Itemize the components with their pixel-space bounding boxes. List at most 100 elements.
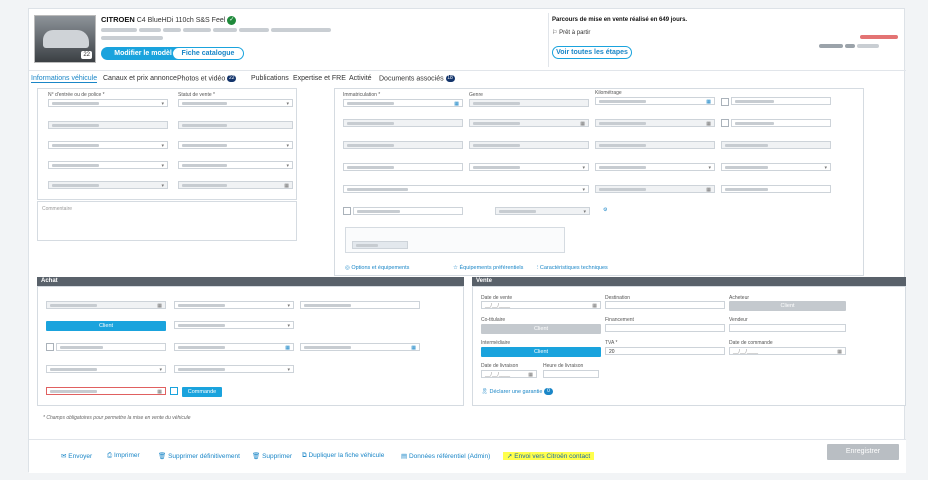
- acheteur-client-button[interactable]: Client: [729, 301, 846, 311]
- equipment-box: [345, 227, 565, 253]
- field-4a[interactable]: ▾: [48, 161, 168, 169]
- field-r4a[interactable]: [343, 163, 463, 171]
- vehicle-photo[interactable]: 22: [34, 15, 96, 63]
- achat-field-7[interactable]: ▦: [300, 343, 420, 351]
- identification-panel: N° d'entrée ou de police * ▾ Statut de v…: [37, 88, 297, 200]
- tab-photos-count: 22: [227, 75, 237, 82]
- cotitulaire-client-button[interactable]: Client: [481, 324, 601, 334]
- field-5b[interactable]: ▦: [178, 181, 293, 189]
- destination-input[interactable]: [605, 301, 725, 309]
- achat-field-5[interactable]: [56, 343, 166, 351]
- achat-field-8[interactable]: ▾: [46, 365, 166, 373]
- achat-field-4[interactable]: ▾: [174, 321, 294, 329]
- field-3a[interactable]: ▾: [48, 141, 168, 149]
- declare-guarantee-link[interactable]: 🎗 Déclarer une garantie 0: [481, 388, 553, 395]
- send-citroen-contact-action[interactable]: ➚ Envoi vers Citroën contact: [503, 452, 595, 460]
- view-steps-button[interactable]: Voir toutes les étapes: [552, 46, 632, 59]
- checkbox-2[interactable]: [721, 119, 729, 127]
- field-r3b[interactable]: [469, 141, 589, 149]
- tab-documents[interactable]: Documents associés 18: [379, 75, 455, 82]
- tab-publications[interactable]: Publications: [251, 75, 289, 82]
- checkbox-1[interactable]: [721, 98, 729, 106]
- field-r4d[interactable]: ▾: [721, 163, 831, 171]
- save-button[interactable]: Enregistrer: [827, 444, 899, 460]
- equip-pref-link[interactable]: ☆ Équipements préférentiels: [453, 265, 523, 271]
- field-r2c[interactable]: ▦: [595, 119, 715, 127]
- delete-permanently-action[interactable]: 🗑 Supprimer définitivement: [158, 452, 240, 460]
- field-r1[interactable]: [731, 97, 831, 105]
- print-action[interactable]: ⎙ Imprimer: [107, 452, 140, 460]
- financement-input[interactable]: [605, 324, 725, 332]
- achat-checkbox-2[interactable]: [170, 387, 178, 395]
- field-r2b[interactable]: ▦: [469, 119, 589, 127]
- achat-header: Achat: [37, 277, 464, 286]
- tab-activite[interactable]: Activité: [349, 75, 372, 82]
- genre-input[interactable]: [469, 99, 589, 107]
- vendeur-input[interactable]: [729, 324, 846, 332]
- achat-field-3[interactable]: [300, 301, 420, 309]
- achat-field-10[interactable]: ▦: [46, 387, 166, 395]
- reference-data-label: Données référentiel (Admin): [408, 453, 491, 460]
- achat-client-button[interactable]: Client: [46, 321, 166, 331]
- comment-box[interactable]: Commentaire: [37, 201, 297, 241]
- send-action[interactable]: ✉ Envoyer: [61, 452, 92, 460]
- achat-field-9[interactable]: ▾: [174, 365, 294, 373]
- field-r5c[interactable]: [721, 185, 831, 193]
- achat-checkbox[interactable]: [46, 343, 54, 351]
- heure-livraison-input[interactable]: [543, 370, 599, 378]
- field-3b[interactable]: ▾: [178, 141, 293, 149]
- intermediaire-client-button[interactable]: Client: [481, 347, 601, 357]
- delete-action[interactable]: 🗑 Supprimer: [252, 452, 292, 460]
- field-4b[interactable]: ▾: [178, 161, 293, 169]
- financement-label: Financement: [605, 317, 634, 323]
- tab-canaux[interactable]: Canaux et prix annonce: [103, 75, 177, 82]
- tab-informations[interactable]: Informations véhicule: [31, 75, 98, 83]
- field-r2a[interactable]: [343, 119, 463, 127]
- field-r6b[interactable]: ▾: [495, 207, 590, 215]
- header-divider: [548, 13, 549, 67]
- field-r3a[interactable]: [343, 141, 463, 149]
- entry-number-input[interactable]: ▾: [48, 99, 168, 107]
- achat-field-6[interactable]: ▦: [174, 343, 294, 351]
- options-link[interactable]: ◎ Options et équipements: [345, 265, 409, 271]
- send-label: Envoyer: [68, 453, 93, 460]
- achat-field-2[interactable]: ▾: [174, 301, 294, 309]
- checkbox-3[interactable]: [343, 207, 351, 215]
- date-commande-input[interactable]: __/__/____ ▦: [729, 347, 846, 355]
- flag-icon: ⚐: [552, 30, 558, 36]
- km-input[interactable]: ▦: [595, 97, 715, 105]
- genre-label: Genre: [469, 92, 483, 98]
- field-r3c[interactable]: [595, 141, 715, 149]
- commande-button[interactable]: Commande: [182, 387, 222, 397]
- field-r6a[interactable]: [353, 207, 463, 215]
- equipment-tag[interactable]: [352, 241, 408, 249]
- tab-documents-label: Documents associés: [379, 75, 444, 83]
- duplicate-label: Dupliquer la fiche véhicule: [308, 452, 385, 459]
- tab-documents-count: 18: [445, 75, 455, 82]
- date-livraison-input[interactable]: __/__/____ ▦: [481, 370, 537, 378]
- gear-icon[interactable]: ⚙: [603, 207, 607, 213]
- field-5a[interactable]: ▾: [48, 181, 168, 189]
- duplicate-action[interactable]: ⧉ Dupliquer la fiche véhicule: [302, 452, 384, 460]
- date-livraison-label: Date de livraison: [481, 363, 519, 369]
- achat-field-1[interactable]: ▦: [46, 301, 166, 309]
- catalogue-sheet-button[interactable]: Fiche catalogue: [172, 47, 244, 60]
- tab-photos[interactable]: Photos et vidéo 22: [177, 75, 237, 82]
- sale-status-select[interactable]: ▾: [178, 99, 293, 107]
- arrow-icon: ➚: [507, 453, 513, 460]
- immat-input[interactable]: ▦: [343, 99, 463, 107]
- field-2b[interactable]: [178, 121, 293, 129]
- field-r2d[interactable]: [731, 119, 831, 127]
- tech-specs-link[interactable]: ⫶ Caractéristiques techniques: [537, 265, 608, 272]
- vehicle-details-redacted: [101, 27, 331, 34]
- field-r5a[interactable]: ▾: [343, 185, 589, 193]
- field-r4b[interactable]: ▾: [469, 163, 589, 171]
- field-2a[interactable]: [48, 121, 168, 129]
- field-r4c[interactable]: ▾: [595, 163, 715, 171]
- field-r5b[interactable]: ▦: [595, 185, 715, 193]
- reference-data-action[interactable]: ▤ Données référentiel (Admin): [401, 452, 490, 460]
- field-r3d[interactable]: [721, 141, 831, 149]
- tva-input[interactable]: 20: [605, 347, 725, 355]
- tab-expertise[interactable]: Expertise et FRE: [293, 75, 346, 82]
- date-vente-input[interactable]: __/__/____ ▦: [481, 301, 601, 309]
